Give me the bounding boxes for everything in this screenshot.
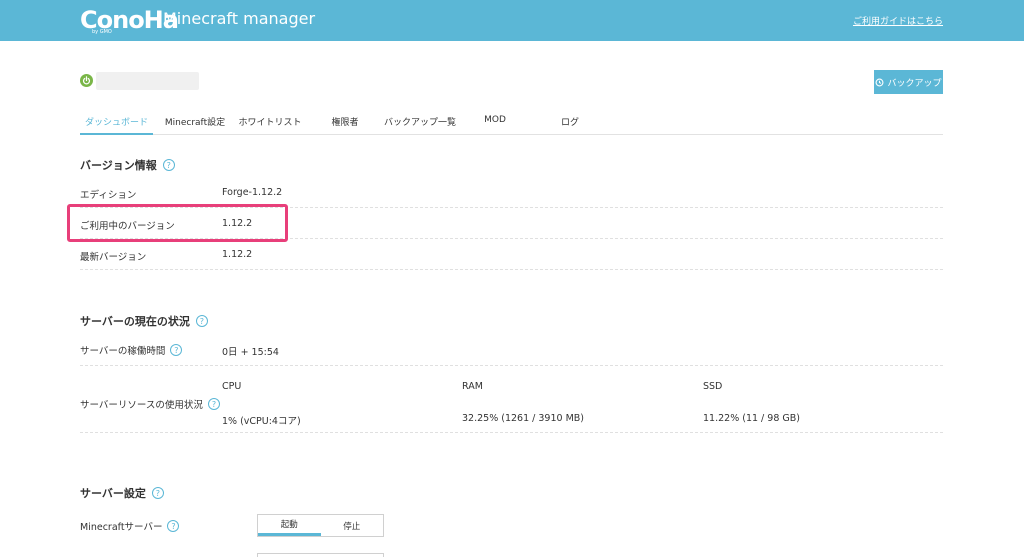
help-icon[interactable]: ?	[195, 315, 208, 327]
tab-operators[interactable]: 権限者	[320, 111, 370, 135]
logo-sub: by GMO	[92, 29, 112, 35]
ram-header: RAM	[462, 381, 483, 392]
app-title: Minecraft manager	[163, 9, 316, 28]
edition-label: エディション	[80, 190, 137, 201]
top-bar: ConoHa by GMO Minecraft manager ご利用ガイドはこ…	[0, 0, 1024, 41]
next-control-partial	[257, 553, 384, 557]
uptime-value: 0日 + 15:54	[222, 347, 279, 358]
tab-whitelist[interactable]: ホワイトリスト	[235, 111, 305, 135]
server-settings-title: サーバー設定 ?	[80, 485, 164, 501]
uptime-row: サーバーの稼働時間 ? 0日 + 15:54	[80, 334, 943, 366]
uptime-label: サーバーの稼働時間 ?	[80, 343, 183, 357]
help-icon[interactable]: ?	[170, 344, 183, 356]
tab-dashboard[interactable]: ダッシュボード	[80, 111, 153, 135]
help-icon[interactable]: ?	[167, 520, 180, 532]
highlight-box	[67, 204, 288, 242]
tab-minecraft-settings[interactable]: Minecraft設定	[160, 111, 230, 135]
start-button[interactable]: 起動	[258, 515, 321, 536]
backup-button-label: バックアップ	[887, 78, 942, 89]
server-status-title-text: サーバーの現在の状況	[80, 315, 190, 328]
stop-button[interactable]: 停止	[321, 515, 384, 536]
tab-log[interactable]: ログ	[552, 111, 588, 135]
version-info-title: バージョン情報 ?	[80, 157, 175, 173]
help-icon[interactable]: ?	[162, 159, 175, 171]
latest-version-value: 1.12.2	[222, 249, 253, 260]
help-icon[interactable]: ?	[151, 487, 164, 499]
ram-value: 32.25% (1261 / 3910 MB)	[462, 413, 584, 424]
minecraft-server-label-text: Minecraftサーバー	[80, 522, 163, 533]
resource-label: サーバーリソースの使用状況 ?	[80, 397, 220, 411]
cpu-value: 1% (vCPU:4コア)	[222, 416, 301, 427]
server-settings-title-text: サーバー設定	[80, 487, 146, 500]
server-status-title: サーバーの現在の状況 ?	[80, 313, 208, 329]
tab-mod[interactable]: MOD	[475, 111, 515, 135]
tab-backup-list[interactable]: バックアップ一覧	[380, 111, 460, 135]
power-icon	[80, 74, 93, 87]
ssd-value: 11.22% (11 / 98 GB)	[703, 413, 800, 424]
version-info-title-text: バージョン情報	[80, 159, 157, 172]
resource-label-text: サーバーリソースの使用状況	[80, 400, 203, 411]
server-power-toggle: 起動 停止	[257, 514, 384, 537]
cpu-header: CPU	[222, 381, 242, 392]
minecraft-server-label: Minecraftサーバー ?	[80, 519, 180, 533]
help-icon[interactable]: ?	[207, 398, 220, 410]
server-name-redacted	[96, 72, 199, 90]
backup-icon	[876, 78, 884, 86]
resource-row: サーバーリソースの使用状況 ? CPU RAM SSD 1% (vCPU:4コア…	[80, 367, 943, 433]
latest-version-label: 最新バージョン	[80, 252, 147, 263]
backup-button[interactable]: バックアップ	[874, 70, 943, 94]
edition-value: Forge-1.12.2	[222, 187, 283, 198]
uptime-label-text: サーバーの稼働時間	[80, 346, 166, 357]
tab-bar: ダッシュボード Minecraft設定 ホワイトリスト 権限者 バックアップ一覧…	[80, 111, 943, 135]
ssd-header: SSD	[703, 381, 723, 392]
version-row-latest: 最新バージョン 1.12.2	[80, 240, 943, 270]
guide-link[interactable]: ご利用ガイドはこちら	[853, 14, 943, 27]
